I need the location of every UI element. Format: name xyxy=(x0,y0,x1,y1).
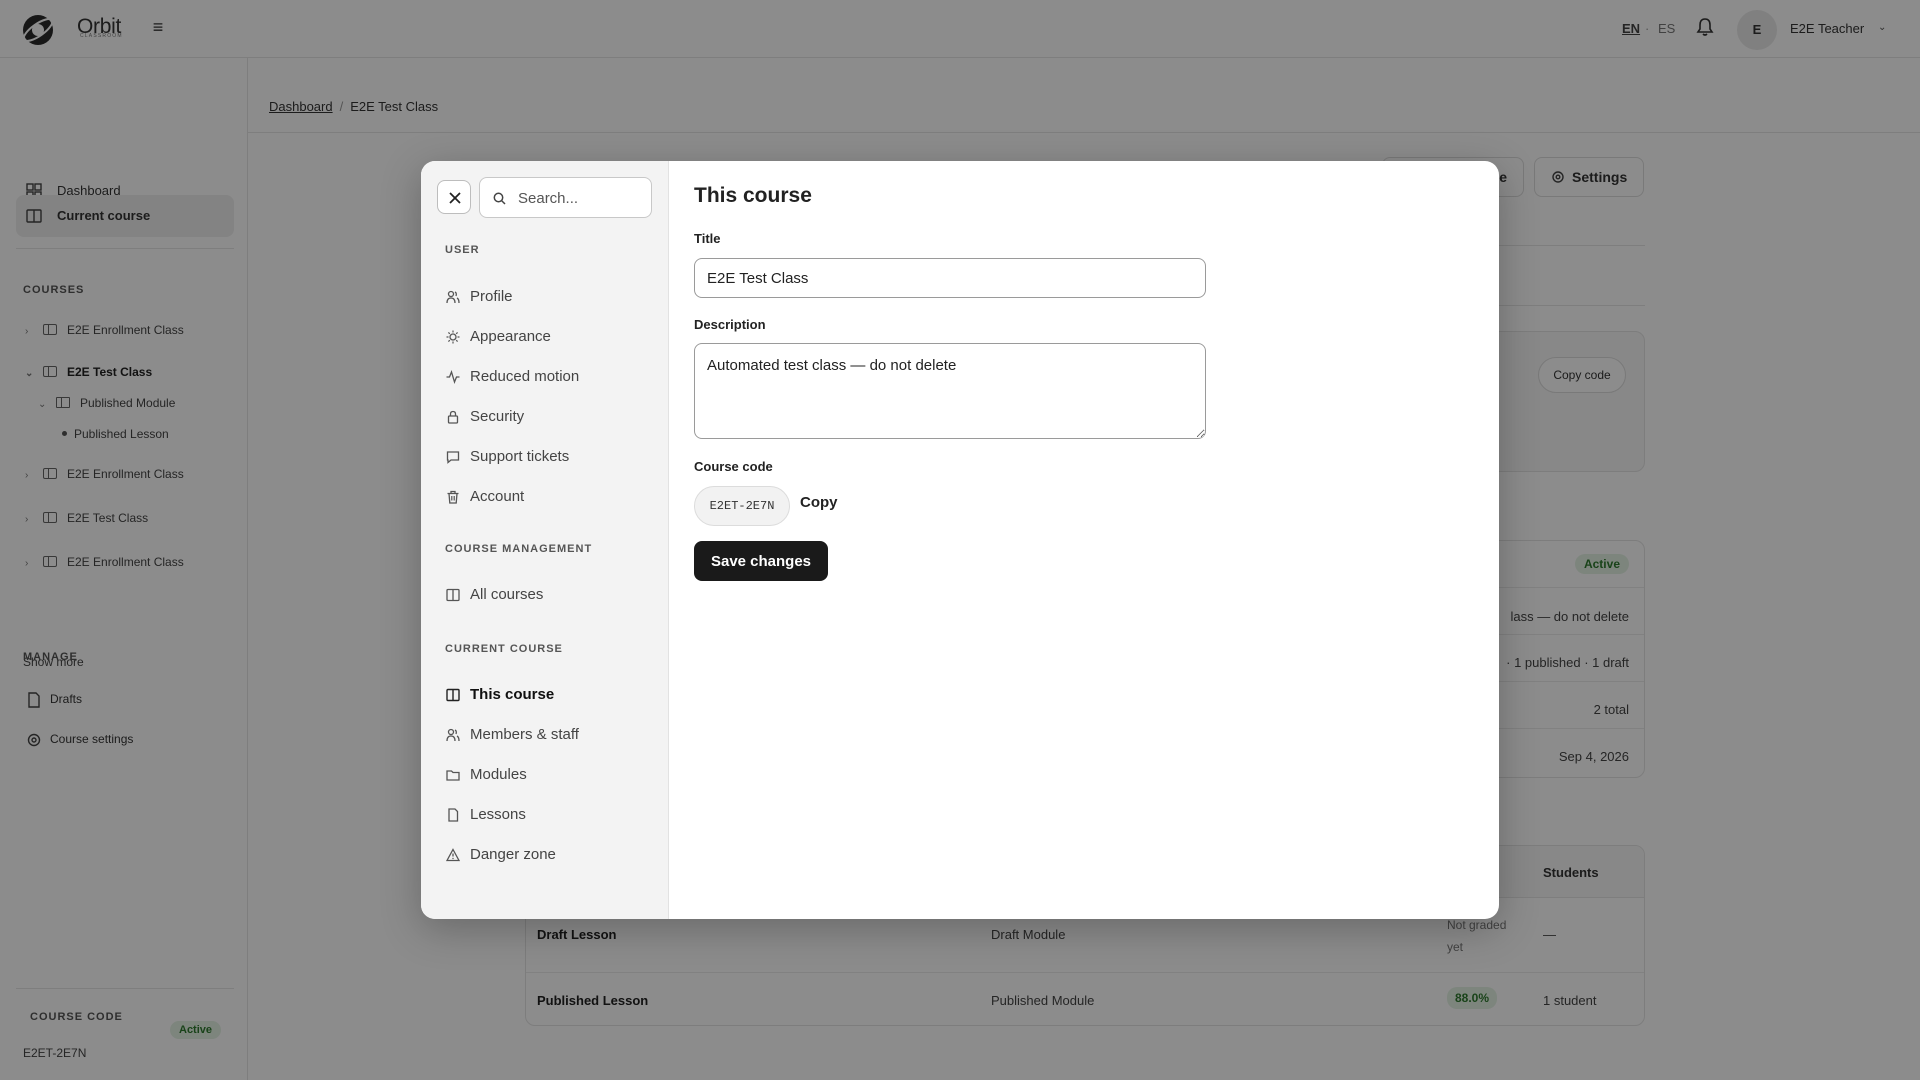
sun-icon xyxy=(446,330,460,344)
settings-nav-lessons[interactable]: Lessons xyxy=(437,797,653,833)
settings-nav-label: Lessons xyxy=(470,806,526,823)
settings-modal: USER Profile Appearance Reduced motion S… xyxy=(421,161,1499,919)
activity-icon xyxy=(446,370,460,384)
close-icon xyxy=(449,192,461,204)
section-heading-current-course: CURRENT COURSE xyxy=(445,643,563,655)
copy-button[interactable]: Copy xyxy=(800,494,838,511)
settings-nav-security[interactable]: Security xyxy=(437,399,653,435)
title-field[interactable] xyxy=(694,258,1206,298)
lock-icon xyxy=(447,410,459,424)
settings-nav-label: Security xyxy=(470,408,525,425)
warning-icon xyxy=(446,848,460,862)
course-code-label: Course code xyxy=(694,459,773,474)
settings-nav-label: Danger zone xyxy=(470,846,556,863)
description-field[interactable]: Automated test class — do not delete xyxy=(694,343,1206,439)
course-code-chip: E2ET-2E7N xyxy=(694,486,790,526)
users-icon xyxy=(446,728,460,742)
settings-nav-label: Account xyxy=(470,488,525,505)
panel-title: This course xyxy=(694,184,812,207)
settings-nav-members-staff[interactable]: Members & staff xyxy=(437,717,653,753)
settings-panel: This course Title Description Automated … xyxy=(669,161,1499,919)
settings-nav-account[interactable]: Account xyxy=(437,479,653,515)
search-icon xyxy=(493,192,506,205)
settings-nav-modules[interactable]: Modules xyxy=(437,757,653,793)
settings-nav-label: This course xyxy=(470,686,555,703)
settings-nav-label: Profile xyxy=(470,288,513,305)
settings-nav-all-courses[interactable]: All courses xyxy=(437,577,653,613)
save-button[interactable]: Save changes xyxy=(694,541,828,581)
book-icon xyxy=(446,688,460,702)
settings-nav-label: Members & staff xyxy=(470,726,579,743)
trash-icon xyxy=(447,490,459,504)
settings-search[interactable] xyxy=(479,177,652,218)
description-label: Description xyxy=(694,317,766,332)
settings-nav-label: Appearance xyxy=(470,328,551,345)
title-label: Title xyxy=(694,231,721,246)
message-icon xyxy=(446,451,460,464)
settings-nav-label: All courses xyxy=(470,586,544,603)
settings-nav-label: Modules xyxy=(470,766,527,783)
folder-icon xyxy=(446,770,460,781)
close-button[interactable] xyxy=(437,180,471,214)
settings-nav-danger-zone[interactable]: Danger zone xyxy=(437,837,653,873)
settings-nav-label: Support tickets xyxy=(470,448,570,465)
settings-nav-this-course[interactable]: This course xyxy=(437,677,653,713)
users-icon xyxy=(446,290,460,304)
search-input[interactable] xyxy=(518,187,643,209)
settings-nav-support-tickets[interactable]: Support tickets xyxy=(437,439,653,475)
settings-nav-appearance[interactable]: Appearance xyxy=(437,319,653,355)
file-icon xyxy=(448,808,459,822)
section-heading-user: USER xyxy=(445,244,480,256)
section-heading-course-management: COURSE MANAGEMENT xyxy=(445,543,593,555)
book-icon xyxy=(446,588,460,602)
settings-nav-profile[interactable]: Profile xyxy=(437,279,653,315)
settings-nav: USER Profile Appearance Reduced motion S… xyxy=(421,161,669,919)
settings-nav-reduced-motion[interactable]: Reduced motion xyxy=(437,359,653,395)
settings-nav-label: Reduced motion xyxy=(470,368,580,385)
